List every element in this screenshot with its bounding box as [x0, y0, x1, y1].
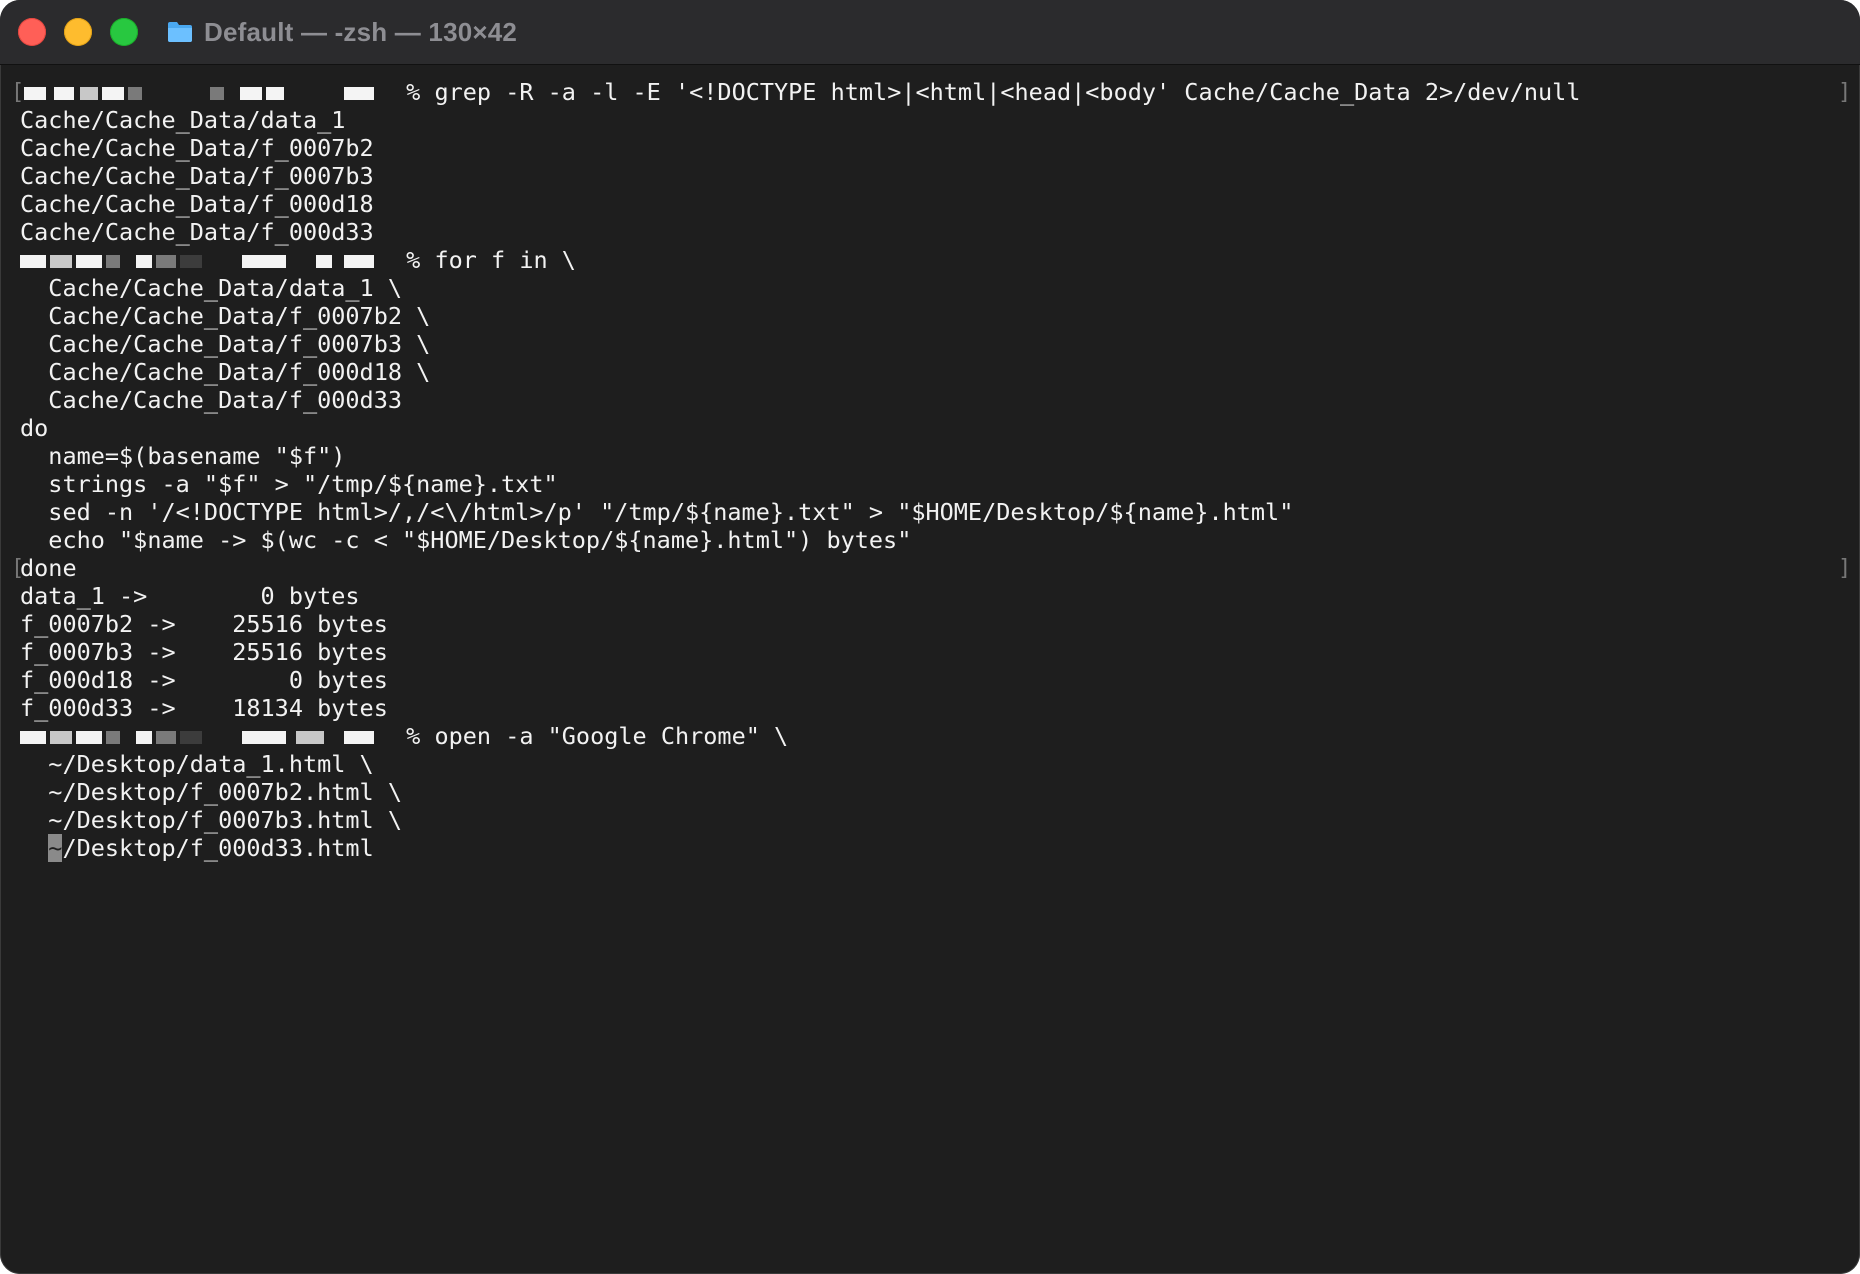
- command-continuation: echo "$name -> $(wc -c < "$HOME/Desktop/…: [20, 526, 912, 554]
- command-continuation: Cache/Cache_Data/f_000d33: [20, 386, 403, 414]
- command-continuation: sed -n '/<!DOCTYPE html>/,/<\/html>/p' "…: [20, 498, 1294, 526]
- window-title: Default — -zsh — 130×42: [204, 16, 518, 47]
- mark-right-bracket: ]: [1838, 80, 1852, 105]
- output-line: Cache/Cache_Data/f_000d18: [20, 190, 374, 218]
- prompt-symbol: %: [392, 78, 435, 106]
- folder-icon: [168, 22, 192, 42]
- prompt-symbol: %: [392, 246, 435, 274]
- redacted-prompt: [20, 722, 392, 750]
- output-line: f_0007b3 -> 25516 bytes: [20, 638, 388, 666]
- terminal-window: Default — -zsh — 130×42 [ ] [ ] % grep -…: [0, 0, 1860, 1274]
- redacted-prompt: [20, 246, 392, 274]
- current-input-line[interactable]: ~/Desktop/f_000d33.html: [20, 834, 1830, 862]
- command-continuation: Cache/Cache_Data/f_0007b3 \: [20, 330, 431, 358]
- command-continuation: Cache/Cache_Data/data_1 \: [20, 274, 403, 302]
- output-line: f_000d18 -> 0 bytes: [20, 666, 388, 694]
- prompt-symbol: %: [392, 722, 435, 750]
- terminal-content[interactable]: % grep -R -a -l -E '<!DOCTYPE html>|<htm…: [20, 78, 1830, 1248]
- command-continuation: ~/Desktop/f_0007b3.html \: [20, 806, 403, 834]
- command-continuation: do: [20, 414, 49, 442]
- window-title-group: Default — -zsh — 130×42: [166, 14, 517, 50]
- command-text: open -a "Google Chrome" \: [434, 722, 789, 750]
- output-line: f_0007b2 -> 25516 bytes: [20, 610, 388, 638]
- close-button[interactable]: [18, 18, 46, 46]
- zoom-button[interactable]: [110, 18, 138, 46]
- command-continuation: Cache/Cache_Data/f_0007b2 \: [20, 302, 431, 330]
- output-line: Cache/Cache_Data/f_0007b2: [20, 134, 374, 162]
- command-continuation: done: [20, 554, 77, 582]
- output-line: f_000d33 -> 18134 bytes: [20, 694, 388, 722]
- output-line: data_1 -> 0 bytes: [20, 582, 360, 610]
- command-text: /Desktop/f_000d33.html: [62, 834, 374, 862]
- prompt-line: % grep -R -a -l -E '<!DOCTYPE html>|<htm…: [20, 78, 1830, 106]
- minimize-button[interactable]: [64, 18, 92, 46]
- output-line: Cache/Cache_Data/data_1: [20, 106, 346, 134]
- command-continuation: ~/Desktop/f_0007b2.html \: [20, 778, 403, 806]
- redacted-prompt: [20, 78, 392, 106]
- output-line: Cache/Cache_Data/f_0007b3: [20, 162, 374, 190]
- command-text: grep -R -a -l -E '<!DOCTYPE html>|<html|…: [434, 78, 1581, 106]
- command-continuation: ~/Desktop/data_1.html \: [20, 750, 374, 778]
- command-continuation: name=$(basename "$f"): [20, 442, 346, 470]
- prompt-line: % for f in \: [20, 246, 1830, 274]
- mark-right-bracket: ]: [1838, 556, 1852, 581]
- output-line: Cache/Cache_Data/f_000d33: [20, 218, 374, 246]
- command-text: for f in \: [434, 246, 576, 274]
- title-bar: Default — -zsh — 130×42: [0, 0, 1860, 65]
- text-cursor: ~: [48, 834, 63, 862]
- command-continuation: strings -a "$f" > "/tmp/${name}.txt": [20, 470, 558, 498]
- command-continuation: Cache/Cache_Data/f_000d18 \: [20, 358, 431, 386]
- prompt-line: % open -a "Google Chrome" \: [20, 722, 1830, 750]
